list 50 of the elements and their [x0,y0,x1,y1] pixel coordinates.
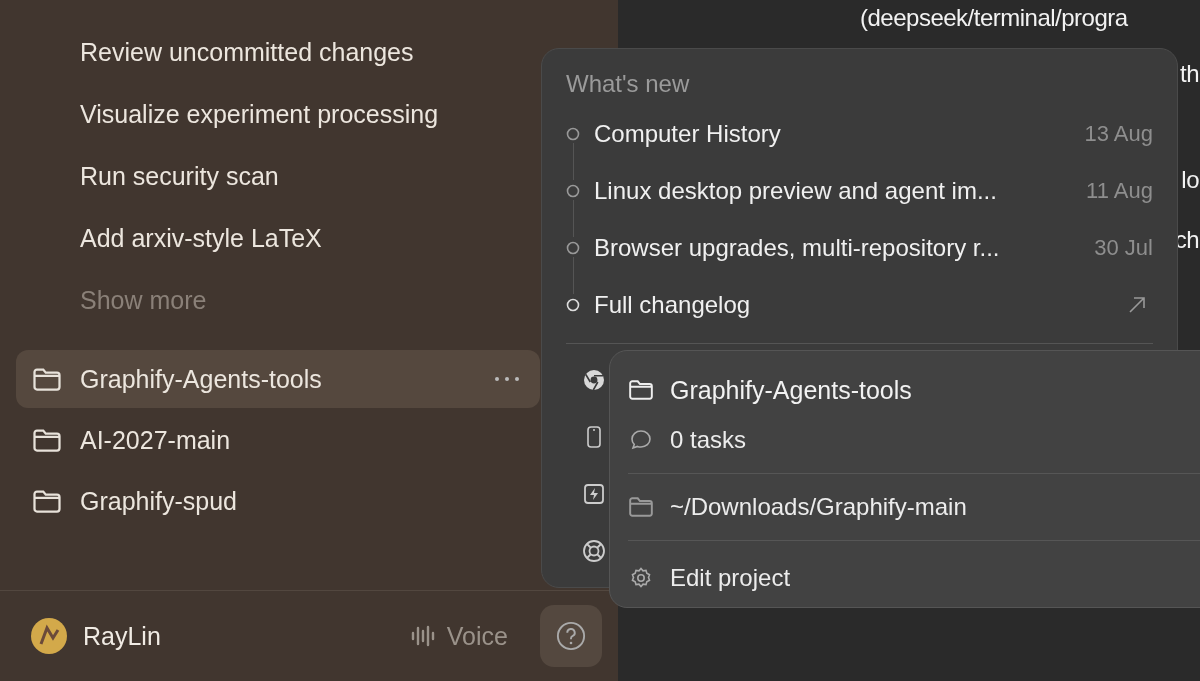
external-link-icon [1127,294,1147,315]
folder-icon [628,495,654,520]
chat-text: (deepseek/terminal/progra [860,3,1128,33]
task-count: 0 tasks [670,426,747,455]
project-name: AI-2027-main [80,425,232,455]
edit-project-button[interactable]: Edit project [628,549,791,607]
help-button[interactable] [540,605,602,667]
changelog-item[interactable]: Linux desktop preview and agent im... 11 Aug [566,162,1153,219]
folder-icon [32,366,62,392]
chat-text: lo [1181,165,1199,195]
chat-text: th [1180,59,1199,89]
folder-icon [628,378,654,403]
lifebuoy-icon[interactable] [582,539,606,563]
timeline-dot-icon [566,297,580,312]
waveform-icon [410,625,437,647]
timeline-dot-icon [566,183,580,198]
changelog-item[interactable]: Browser upgrades, multi-repository r... 30 Jul [566,219,1153,276]
changelog-title: Computer History [594,119,782,148]
changelog-title: Full changelog [594,290,752,319]
lightning-icon[interactable] [582,482,606,506]
changelog-item[interactable]: Full changelog [566,276,1153,333]
project-title: Graphify-Agents-tools [670,375,912,405]
changelog-title: Linux desktop preview and agent im... [594,176,998,205]
changelog-date: 13 Aug [1084,120,1153,147]
voice-button[interactable]: Voice [410,621,508,651]
timeline-dot-icon [566,126,580,141]
project-path: ~/Downloads/Graphify-main [670,493,967,522]
help-icon [556,621,586,651]
browser-icon[interactable] [582,368,606,392]
project-item[interactable]: Graphify-Agents-tools [16,350,540,408]
folder-icon [32,488,62,514]
task-item[interactable]: Add arxiv-style LaTeX [0,207,322,269]
changelog-date: 11 Aug [1086,177,1153,204]
changelog-title: Browser upgrades, multi-repository r... [594,233,1001,262]
project-name: Graphify-Agents-tools [80,364,323,394]
changelog-item[interactable]: Computer History 13 Aug [566,105,1153,162]
project-path-row[interactable]: ~/Downloads/Graphify-main [628,482,1200,533]
task-item[interactable]: Visualize experiment processing [0,83,439,145]
changelog-date: 30 Jul [1094,234,1153,261]
user-name: RayLin [83,621,162,651]
project-item[interactable]: Graphify-spud [16,472,540,530]
avatar[interactable] [31,618,67,654]
folder-icon [32,427,62,453]
timeline-dot-icon [566,240,580,255]
project-item[interactable]: AI-2027-main [16,411,540,469]
project-name: Graphify-spud [80,486,239,516]
task-item[interactable]: Review uncommitted changes [0,21,414,83]
more-options-icon[interactable] [494,376,520,382]
popup-title: What's new [566,69,691,99]
task-item[interactable]: Run security scan [0,145,279,207]
